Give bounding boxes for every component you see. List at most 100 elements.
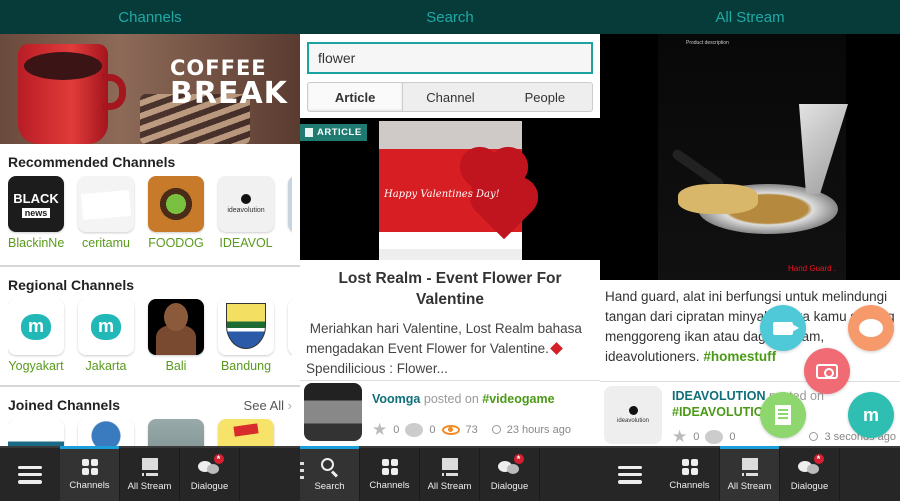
channels-screen: Channels COFFEE BREAK Recommended Channe…: [0, 0, 300, 501]
fab-chat-button[interactable]: [848, 305, 894, 351]
channel-item[interactable]: ideavolution IDEAVOL: [218, 176, 274, 250]
channel-name: FOODOG: [148, 236, 204, 250]
regional-channels-section: Regional Channels m Yogyakart m Jakarta …: [0, 267, 300, 387]
channel-item[interactable]: Bandung: [218, 299, 274, 373]
channel-item[interactable]: FOODOG: [148, 176, 204, 250]
mindtalk-blob: m: [21, 314, 51, 340]
logo-dot: [241, 194, 251, 204]
section-title: Joined Channels See All ›: [8, 397, 292, 413]
channel-item[interactable]: m Yogyakart: [8, 299, 64, 373]
comment-count: 0: [429, 423, 436, 436]
posted-on-label: posted on: [423, 392, 479, 406]
view-count: 73: [465, 423, 478, 436]
notification-badge: *: [513, 453, 524, 464]
article-title[interactable]: Lost Realm - Event Flower For Valentine: [300, 260, 600, 310]
menu-button[interactable]: [0, 448, 60, 501]
channel-item[interactable]: Bali: [148, 299, 204, 373]
channel-name: Jakarta: [85, 359, 127, 373]
channel-name: Bandung: [220, 359, 272, 373]
page-title: All Stream: [715, 8, 785, 26]
comment-count: 0: [729, 430, 736, 443]
tab-all-stream[interactable]: All Stream: [120, 448, 180, 501]
channel-item[interactable]: ceritamu: [78, 176, 134, 250]
diamond-icon: [550, 342, 563, 355]
star-icon[interactable]: ★: [672, 428, 687, 445]
blackinnews-logo: BLACK news: [8, 176, 64, 232]
mug-handle: [102, 74, 126, 110]
tab-channels[interactable]: Channels: [660, 448, 720, 501]
coffee-break-banner[interactable]: COFFEE BREAK: [0, 34, 300, 144]
bandung-logo: [218, 299, 274, 355]
logo-text: ideavolution: [227, 207, 265, 214]
bottom-tab-bar: Search Channels All Stream * Dialogue: [300, 446, 600, 501]
tab-label: All Stream: [127, 480, 172, 492]
comment-icon[interactable]: [405, 422, 424, 437]
tab-channels[interactable]: Channels: [360, 448, 420, 501]
hamburger-icon: [18, 465, 42, 484]
logo-text: BLACK: [13, 190, 59, 206]
search-header: Search: [300, 0, 600, 34]
mindtalk-blob: m: [91, 314, 121, 340]
author-link[interactable]: IDEAVOLUTION: [672, 389, 766, 403]
channel-item[interactable]: J: [288, 299, 292, 373]
banner-line2: BREAK: [170, 76, 288, 111]
stream-icon: [441, 457, 458, 476]
channel-tag-link[interactable]: #IDEAVOLUTION: [672, 405, 772, 419]
search-screen: Search Article Channel People ARTICLE Ha…: [300, 0, 600, 501]
segment-channel[interactable]: Channel: [403, 83, 497, 111]
article-description: Meriahkan hari Valentine, Lost Realm bah…: [300, 310, 600, 379]
recommended-channels-section: Recommended Channels BLACK news BlackinNe…: [0, 144, 300, 267]
recommended-title: Recommended Channels: [8, 154, 176, 170]
tab-all-stream[interactable]: All Stream: [720, 446, 780, 501]
coffee-mug-image: [18, 44, 108, 144]
avatar-text: ideavolution: [616, 418, 650, 424]
channel-tag-link[interactable]: #videogame: [482, 392, 554, 406]
channel-item[interactable]: H: [288, 176, 292, 250]
channel-item[interactable]: BLACK news BlackinNe: [8, 176, 64, 250]
product-image-content: Product description Hand Guard .: [658, 34, 848, 280]
tab-label: Dialogue: [490, 480, 529, 492]
fab-photo-button[interactable]: [804, 348, 850, 394]
fab-article-button[interactable]: [760, 392, 806, 438]
article-image[interactable]: ARTICLE Happy Valentines Day!: [300, 118, 600, 260]
tab-dialogue[interactable]: * Dialogue: [180, 448, 240, 501]
author-link[interactable]: Voomga: [372, 392, 420, 406]
image-caption: Happy Valentines Day!: [384, 189, 500, 200]
search-icon: [320, 457, 339, 478]
fried-food: [678, 184, 758, 214]
fab-mindtalk-button[interactable]: m: [848, 392, 894, 438]
badge-label: ARTICLE: [317, 127, 362, 138]
figure-face: [164, 303, 188, 331]
banner-text: COFFEE BREAK: [170, 58, 288, 109]
tab-dialogue[interactable]: * Dialogue: [780, 448, 840, 501]
tab-label: Dialogue: [190, 480, 229, 492]
stream-icon: [141, 457, 158, 476]
channel-name: BlackinNe: [8, 236, 64, 250]
search-input[interactable]: [307, 42, 593, 74]
avatar[interactable]: ideavolution: [604, 386, 662, 444]
tab-channels[interactable]: Channels: [60, 446, 120, 501]
all-stream-header: All Stream: [600, 0, 900, 34]
segment-people[interactable]: People: [498, 83, 592, 111]
video-camera-icon: [773, 321, 799, 335]
chat-bubble-icon: [859, 319, 883, 337]
ceritamu-logo: [78, 176, 134, 232]
overflow-indicator: [300, 462, 305, 479]
tab-dialogue[interactable]: * Dialogue: [480, 448, 540, 501]
fab-video-button[interactable]: [760, 305, 806, 351]
product-image[interactable]: Product description Hand Guard .: [600, 34, 900, 280]
tab-all-stream[interactable]: All Stream: [420, 448, 480, 501]
avatar[interactable]: [304, 383, 362, 441]
regional-title: Regional Channels: [8, 277, 135, 293]
channel-item[interactable]: m Jakarta: [78, 299, 134, 373]
menu-button[interactable]: [600, 448, 660, 501]
segment-article[interactable]: Article: [308, 83, 404, 111]
star-icon[interactable]: ★: [372, 421, 387, 438]
see-all-link[interactable]: See All ›: [244, 398, 292, 413]
comment-icon[interactable]: [705, 429, 724, 444]
hand-guard: [799, 104, 848, 194]
clock-icon: [491, 425, 501, 434]
tab-search[interactable]: Search: [300, 446, 360, 501]
tab-label: All Stream: [727, 480, 772, 492]
hashtag-link[interactable]: #homestuff: [703, 349, 776, 364]
